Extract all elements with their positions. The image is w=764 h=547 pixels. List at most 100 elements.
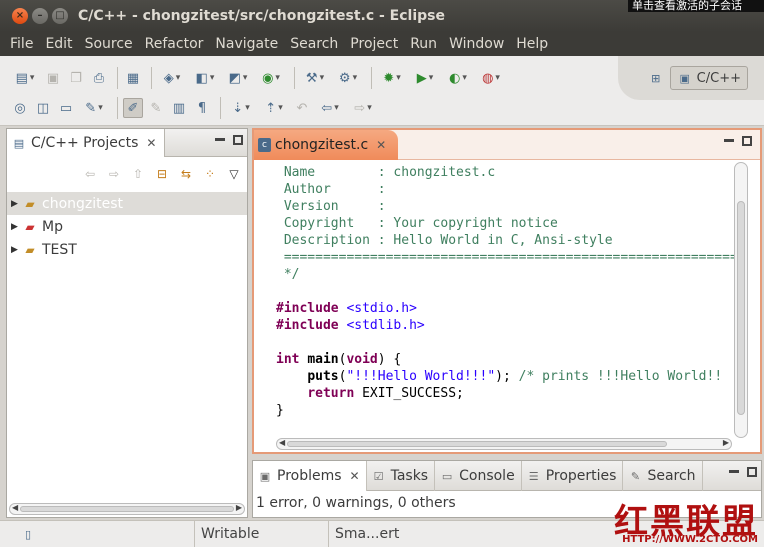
previous-annotation-icon[interactable]: ⇡ (259, 98, 289, 118)
collapse-all-icon[interactable]: ⊟ (153, 165, 171, 183)
new-cpp-project-icon[interactable]: ◈ (157, 68, 187, 88)
new-c-file-icon[interactable]: ◉ (256, 68, 286, 88)
menu-edit[interactable]: Edit (39, 32, 78, 56)
expand-arrow-icon[interactable]: ▶ (11, 199, 21, 209)
new-class-icon[interactable]: ◩ (223, 68, 253, 88)
scroll-left-icon[interactable]: ◀ (279, 438, 285, 447)
maximize-icon[interactable] (742, 136, 752, 146)
close-icon[interactable]: ✕ (350, 469, 360, 483)
menu-project[interactable]: Project (344, 32, 404, 56)
tab-tasks[interactable]: ☑ Tasks (367, 461, 436, 491)
tab-problems[interactable]: ▣ Problems ✕ (253, 461, 367, 491)
toolbar-separator (151, 67, 152, 89)
build-all-icon[interactable]: ⚙ (333, 68, 363, 88)
window-minimize-button[interactable]: – (32, 8, 48, 24)
new-source-folder-icon[interactable]: ◧ (190, 68, 220, 88)
minimize-icon[interactable] (729, 470, 739, 473)
scrollbar-thumb[interactable] (287, 441, 667, 447)
save-icon[interactable]: ▣ (43, 68, 63, 88)
project-folder-icon: ▰ (25, 242, 35, 257)
menu-search[interactable]: Search (284, 32, 344, 56)
mark-occurrences-icon[interactable]: ✐ (123, 98, 143, 118)
toolbar-separator (117, 97, 118, 119)
tab-console[interactable]: ▭ Console (435, 461, 522, 491)
forward-icon[interactable]: ⇨ (105, 165, 123, 183)
expand-arrow-icon[interactable]: ▶ (11, 222, 21, 232)
scrollbar-thumb[interactable] (737, 201, 745, 415)
close-icon[interactable]: ✕ (146, 136, 156, 150)
debug-icon[interactable]: ✹ (377, 68, 407, 88)
tab-properties[interactable]: ☰ Properties (522, 461, 624, 491)
code-text[interactable]: Name : chongzitest.c Author : Version : … (276, 164, 746, 419)
show-whitespace-icon[interactable]: ▥ (169, 98, 189, 118)
tree-item-test[interactable]: ▶ ▰ TEST (7, 238, 247, 261)
cpp-projects-tabbar: ▤ C/C++ Projects ✕ (7, 129, 247, 157)
tab-chongzitest-c[interactable]: c chongzitest.c ✕ (254, 130, 399, 160)
toolbar-row-1: ▤ ▣ ❐ ⎙ ▦ ◈ ◧ ◩ ◉ ⚒ ⚙ ✹ ▶ ◐ ◍ (10, 64, 509, 92)
tab-search[interactable]: ✎ Search (623, 461, 703, 491)
menu-source[interactable]: Source (79, 32, 139, 56)
editor-horizontal-scrollbar[interactable]: ◀ ▶ (276, 438, 732, 450)
project-error-icon: ▰ (25, 219, 35, 234)
minimize-icon[interactable] (215, 138, 225, 141)
external-tools-icon[interactable]: ◍ (476, 68, 506, 88)
print-icon[interactable]: ⎙ (89, 68, 109, 88)
menu-file[interactable]: File (4, 32, 39, 56)
minimize-icon[interactable] (724, 139, 734, 142)
menu-help[interactable]: Help (510, 32, 554, 56)
save-all-icon[interactable]: ❐ (66, 68, 86, 88)
next-annotation-icon[interactable]: ⇣ (226, 98, 256, 118)
tree-item-mp[interactable]: ▶ ▰ Mp (7, 215, 247, 238)
tab-cpp-projects[interactable]: ▤ C/C++ Projects ✕ (7, 129, 166, 157)
editor-tabbar: c chongzitest.c ✕ (254, 130, 760, 160)
scroll-right-icon[interactable]: ▶ (236, 503, 242, 512)
bottom-minmax-controls (729, 467, 757, 477)
build-binary-icon[interactable]: ▦ (123, 68, 143, 88)
view-menu-icon[interactable]: ▽ (225, 165, 243, 183)
scroll-left-icon[interactable]: ◀ (12, 503, 18, 512)
toggle-highlight-icon[interactable]: ✎ (146, 98, 166, 118)
projects-horizontal-scrollbar[interactable]: ◀ ▶ (9, 503, 245, 515)
back-icon[interactable]: ⇦ (315, 98, 345, 118)
back-icon[interactable]: ⇦ (81, 165, 99, 183)
build-hammer-icon[interactable]: ⚒ (300, 68, 330, 88)
editor-minmax-controls (724, 136, 752, 146)
window-close-button[interactable]: × (12, 8, 28, 24)
tree-item-label: TEST (42, 241, 77, 258)
window-maximize-button[interactable]: □ (52, 8, 68, 24)
open-type-icon[interactable]: ◫ (33, 98, 53, 118)
expand-arrow-icon[interactable]: ▶ (11, 245, 21, 255)
coverage-icon[interactable]: ◐ (443, 68, 473, 88)
problems-summary: 1 error, 0 warnings, 0 others (256, 495, 456, 511)
last-edit-location-icon[interactable]: ↶ (292, 98, 312, 118)
paragraph-icon[interactable]: ¶ (192, 98, 212, 118)
up-icon[interactable]: ⇧ (129, 165, 147, 183)
run-icon[interactable]: ▶ (410, 68, 440, 88)
link-with-editor-icon[interactable]: ⇆ (177, 165, 195, 183)
maximize-icon[interactable] (747, 467, 757, 477)
new-icon[interactable]: ▤ (10, 68, 40, 88)
toolbar-separator (117, 67, 118, 89)
menu-window[interactable]: Window (443, 32, 510, 56)
forward-icon[interactable]: ⇨ (348, 98, 378, 118)
perspective-cpp-button[interactable]: ▣ C/C++ (669, 66, 748, 90)
console-icon: ▭ (441, 469, 453, 483)
scrollbar-thumb[interactable] (20, 506, 234, 512)
open-perspective-button[interactable]: ⊞ (642, 66, 670, 90)
search-references-icon[interactable]: ✎ (79, 98, 109, 118)
tab-properties-label: Properties (545, 468, 617, 484)
open-folder-icon[interactable]: ▭ (56, 98, 76, 118)
close-icon[interactable]: ✕ (376, 138, 386, 152)
menu-navigate[interactable]: Navigate (209, 32, 284, 56)
menu-refactor[interactable]: Refactor (139, 32, 210, 56)
tab-console-label: Console (459, 468, 515, 484)
tree-item-chongzitest[interactable]: ▶ ▰ chongzitest (7, 192, 247, 215)
editor-vertical-scrollbar[interactable] (734, 162, 748, 438)
filters-icon[interactable]: ⁘ (201, 165, 219, 183)
menu-run[interactable]: Run (404, 32, 443, 56)
open-element-icon[interactable]: ◎ (10, 98, 30, 118)
tasks-icon: ☑ (373, 469, 384, 483)
scroll-right-icon[interactable]: ▶ (723, 438, 729, 447)
maximize-icon[interactable] (233, 135, 243, 145)
fast-view-icon[interactable]: ▯ (20, 526, 36, 542)
